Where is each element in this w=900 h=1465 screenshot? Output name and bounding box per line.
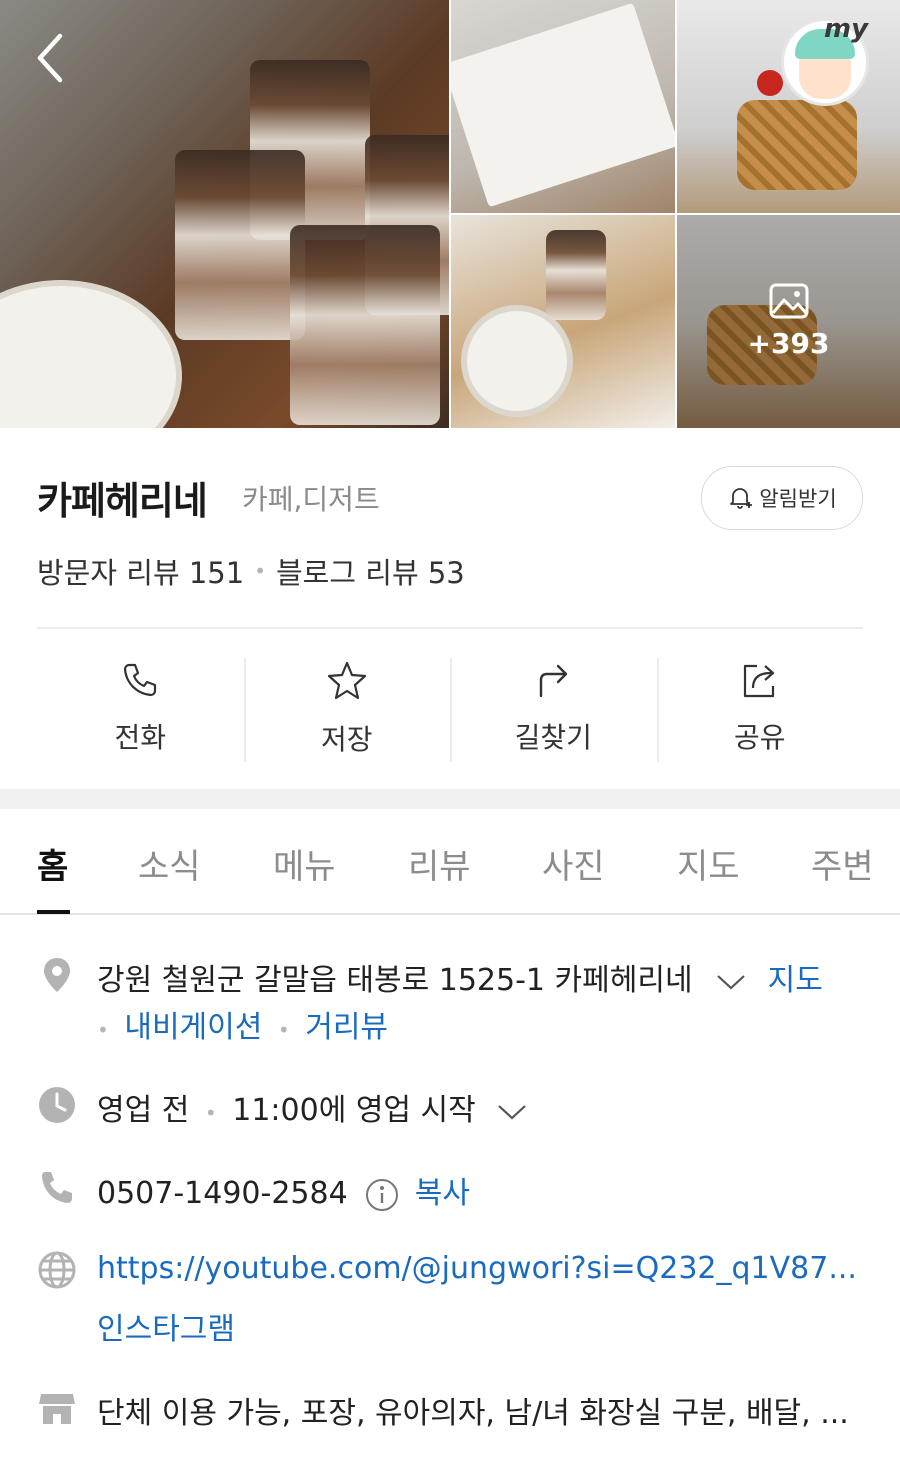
directions-icon — [540, 664, 568, 698]
alarm-button[interactable]: 알림받기 — [701, 466, 863, 530]
bell-plus-icon — [730, 488, 753, 509]
location-pin-icon — [44, 958, 70, 992]
chevron-down-icon[interactable] — [497, 1102, 527, 1122]
address-row: 강원 철원군 갈말읍 태봉로 1525-1 카페헤리네 지도 — [97, 955, 823, 999]
clock-icon — [39, 1087, 75, 1123]
tab-review[interactable]: 리뷰 — [408, 839, 471, 888]
more-photos-overlay[interactable]: +393 — [677, 215, 900, 428]
tab-home[interactable]: 홈 — [37, 839, 68, 888]
share-button[interactable]: 공유 — [656, 656, 864, 762]
copy-button[interactable]: 복사 — [415, 1176, 470, 1211]
review-summary: 방문자 리뷰 151 • 블로그 리뷰 53 — [37, 550, 465, 592]
chevron-left-icon — [37, 33, 63, 83]
directions-button[interactable]: 길찾기 — [450, 656, 657, 762]
dessert-box-decoration — [451, 2, 675, 208]
place-category: 카페,디저트 — [242, 483, 380, 516]
tab-bar: 홈 소식 메뉴 리뷰 사진 지도 주변 — [0, 809, 900, 914]
action-bar: 전화 저장 길찾기 공유 — [37, 656, 863, 762]
photo-gallery: +393 — [0, 0, 900, 428]
separator-dot: • — [277, 1018, 290, 1042]
active-tab-indicator — [37, 910, 70, 914]
divider — [37, 627, 863, 629]
instagram-link[interactable]: 인스타그램 — [97, 1304, 235, 1348]
back-button[interactable] — [30, 30, 80, 90]
chevron-down-icon[interactable] — [716, 972, 746, 992]
waffle-decoration — [737, 100, 857, 190]
tab-menu[interactable]: 메뉴 — [273, 839, 336, 888]
tab-nearby[interactable]: 주변 — [811, 839, 874, 888]
store-icon — [39, 1394, 75, 1424]
strawberry-decoration — [757, 70, 783, 96]
glass-decoration — [290, 225, 440, 425]
directions-label: 길찾기 — [514, 721, 592, 754]
section-divider — [0, 789, 900, 809]
tab-divider — [0, 913, 900, 915]
street-view-link[interactable]: 거리뷰 — [305, 1010, 388, 1045]
star-icon — [327, 661, 366, 700]
address-text: 강원 철원군 갈말읍 태봉로 1525-1 카페헤리네 — [97, 963, 693, 998]
place-name: 카페헤리네 — [37, 479, 208, 523]
hours-row[interactable]: 영업 전 • 11:00에 영업 시작 — [97, 1085, 527, 1129]
hours-detail: 11:00에 영업 시작 — [232, 1093, 476, 1128]
hours-status: 영업 전 — [97, 1093, 190, 1128]
photo-thumb[interactable] — [451, 0, 675, 213]
phone-row: 0507-1490-2584 복사 — [97, 1168, 470, 1212]
tab-news[interactable]: 소식 — [138, 839, 201, 888]
plate-decoration — [0, 280, 182, 428]
globe-icon — [38, 1251, 76, 1289]
photo-thumb[interactable] — [451, 215, 675, 428]
plate-decoration — [461, 305, 573, 417]
amenities-text[interactable]: 단체 이용 가능, 포장, 유아의자, 남/녀 화장실 구분, 배달, ... — [97, 1388, 849, 1432]
alarm-label: 알림받기 — [759, 487, 837, 511]
call-button[interactable]: 전화 — [37, 656, 244, 762]
save-label: 저장 — [320, 723, 373, 756]
website-link[interactable]: https://youtube.com/@jungwori?si=Q232_q1… — [97, 1251, 857, 1286]
info-circle-icon[interactable] — [365, 1178, 399, 1212]
glass-decoration — [546, 230, 606, 320]
save-button[interactable]: 저장 — [243, 656, 451, 762]
tab-photo[interactable]: 사진 — [542, 839, 605, 888]
separator-dot: • — [97, 1018, 109, 1042]
address-links: • 내비게이션 • 거리뷰 — [97, 1002, 388, 1046]
map-link[interactable]: 지도 — [768, 963, 823, 998]
separator-dot: • — [204, 1101, 217, 1125]
glass-decoration — [175, 150, 305, 340]
phone-icon — [42, 1172, 72, 1203]
phone-number[interactable]: 0507-1490-2584 — [97, 1176, 348, 1211]
share-icon — [743, 664, 774, 698]
share-label: 공유 — [733, 721, 786, 754]
image-icon — [769, 283, 808, 319]
avatar-badge: my — [824, 14, 869, 44]
separator-dot: • — [254, 559, 266, 583]
blog-review-count[interactable]: 블로그 리뷰 53 — [276, 550, 465, 592]
call-label: 전화 — [114, 721, 167, 754]
more-photos-count: +393 — [747, 327, 830, 360]
navigation-link[interactable]: 내비게이션 — [124, 1010, 262, 1045]
visitor-review-count[interactable]: 방문자 리뷰 151 — [37, 550, 244, 592]
phone-icon — [124, 663, 157, 697]
tab-map[interactable]: 지도 — [677, 839, 740, 888]
